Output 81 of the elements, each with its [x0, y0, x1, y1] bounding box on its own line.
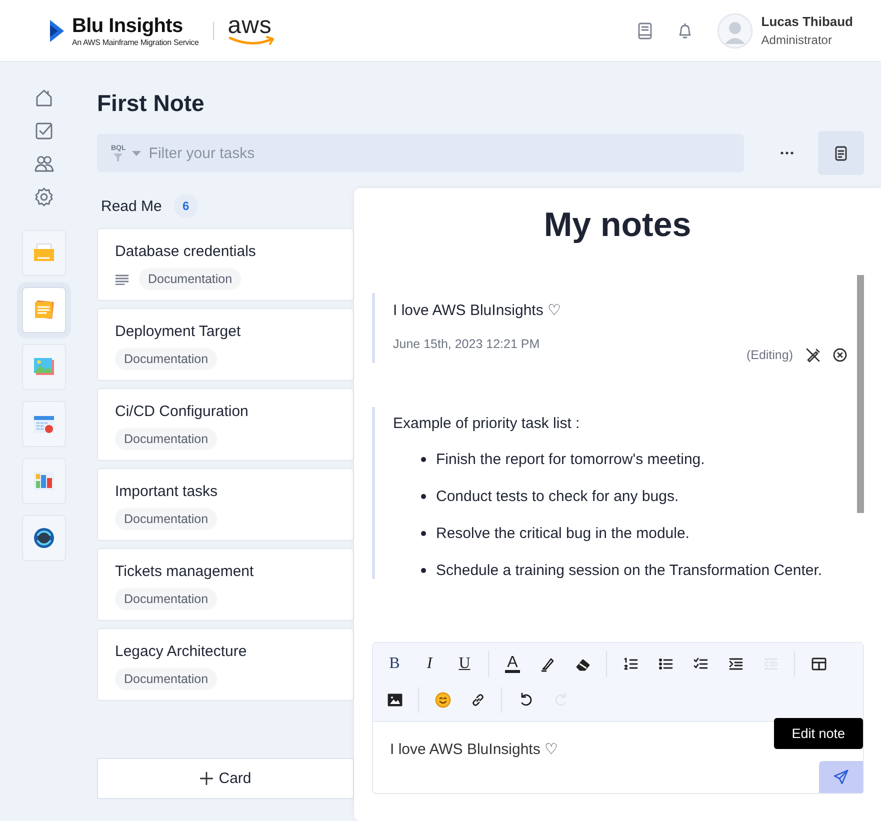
- note-text: Example of priority task list :: [393, 415, 581, 432]
- pen-crossed-icon[interactable]: [805, 347, 821, 363]
- highlight-icon: [540, 656, 556, 672]
- more-icon[interactable]: [780, 151, 794, 155]
- image-icon: [386, 692, 402, 708]
- notes-title: My notes: [542, 206, 692, 245]
- filter-input[interactable]: Filter your tasks: [146, 144, 734, 162]
- home-icon[interactable]: [34, 88, 54, 108]
- link-icon: [470, 692, 486, 708]
- task-card[interactable]: Important tasks Documentation: [97, 468, 354, 541]
- bullet-list-icon: [658, 656, 674, 672]
- logo-title: Blu Insights: [72, 14, 184, 38]
- card-title: Legacy Architecture: [115, 643, 248, 660]
- logo-subtitle: An AWS Mainframe Migration Service: [72, 38, 199, 46]
- user-role: Administrator: [761, 33, 833, 47]
- bullet-icon: [421, 568, 426, 573]
- card-title: Database credentials: [115, 243, 257, 260]
- app-tile[interactable]: [22, 401, 66, 447]
- partner-logo-text: aws: [228, 16, 272, 36]
- tag-label: Documentation: [115, 588, 218, 610]
- dashboard-icon: [32, 469, 56, 493]
- note-status: (Editing): [746, 348, 793, 362]
- list-item: Finish the report for tomorrow's meeting.: [436, 451, 705, 468]
- tag-label: Documentation: [115, 348, 218, 370]
- tag-label: Documentation: [139, 268, 242, 290]
- page-title: First Note: [97, 90, 206, 117]
- tag-label: Documentation: [115, 668, 218, 690]
- list-item: Conduct tests to check for any bugs.: [436, 488, 679, 505]
- note-text: I love AWS BluInsights ♡: [393, 301, 562, 319]
- list-item: Resolve the critical bug in the module.: [436, 525, 690, 542]
- indent-icon: [728, 656, 744, 672]
- description-lines-icon: [115, 274, 129, 284]
- tag-label: Documentation: [115, 508, 218, 530]
- bullet-icon: [421, 494, 426, 499]
- table-icon: [810, 656, 826, 672]
- underline-button[interactable]: U: [447, 649, 482, 679]
- task-card[interactable]: Ci/CD Configuration Documentation: [97, 388, 354, 461]
- sticky-notes-icon: [32, 298, 56, 322]
- text-color-button[interactable]: A: [495, 649, 530, 679]
- italic-button[interactable]: I: [412, 649, 447, 679]
- app-tile[interactable]: [22, 458, 66, 504]
- notes-button[interactable]: [818, 131, 864, 175]
- task-card[interactable]: Deployment Target Documentation: [97, 308, 354, 381]
- note-date: June 15th, 2023 12:21 PM: [393, 337, 540, 351]
- ordered-list-icon: [622, 656, 638, 672]
- count-badge: 6: [174, 194, 198, 218]
- emoji-icon: [434, 692, 450, 708]
- users-icon[interactable]: [34, 154, 54, 174]
- bullet-icon: [421, 531, 426, 536]
- book-icon[interactable]: [637, 22, 654, 40]
- task-card[interactable]: Database credentials Documentation: [97, 228, 354, 301]
- app-tile[interactable]: [22, 515, 66, 561]
- app-tile[interactable]: [22, 230, 66, 276]
- send-button[interactable]: [819, 761, 863, 793]
- task-card[interactable]: Tickets management Documentation: [97, 548, 354, 621]
- user-name: Lucas Thibaud: [761, 14, 853, 29]
- bell-icon[interactable]: [677, 22, 694, 40]
- card-title: Important tasks: [115, 483, 219, 500]
- plus-icon: [200, 772, 213, 785]
- paper-plane-icon: [833, 769, 849, 785]
- card-title: Tickets management: [115, 563, 255, 580]
- smile-arrow-icon: [228, 36, 276, 46]
- checkbox-icon[interactable]: [34, 121, 54, 141]
- document-icon: [835, 146, 848, 160]
- app-tile[interactable]: [22, 344, 66, 390]
- scrollbar-thumb[interactable]: [857, 275, 864, 513]
- tag-label: Documentation: [115, 428, 218, 450]
- column-title: Read Me: [101, 198, 162, 214]
- list-item: Schedule a training session on the Transformation Center.: [436, 562, 822, 579]
- editor-text-field[interactable]: I love AWS BluInsights ♡: [390, 740, 558, 758]
- add-card-button[interactable]: Card: [97, 758, 354, 799]
- close-icon[interactable]: [833, 348, 847, 362]
- sync-circle-icon: [32, 526, 56, 550]
- settings-icon[interactable]: [34, 187, 54, 207]
- card-title: Deployment Target: [115, 323, 242, 340]
- task-card[interactable]: Legacy Architecture Documentation: [97, 628, 354, 701]
- tooltip: Edit note: [774, 718, 863, 749]
- logo-mark-icon: [48, 18, 66, 42]
- card-title: Ci/CD Configuration: [115, 403, 250, 420]
- bullet-icon: [421, 457, 426, 462]
- bold-button[interactable]: B: [377, 649, 412, 679]
